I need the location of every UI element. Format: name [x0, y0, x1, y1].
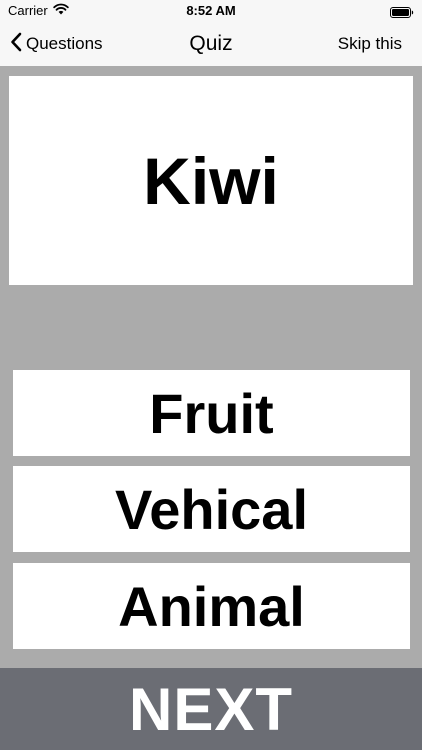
skip-button[interactable]: Skip this	[338, 30, 402, 58]
next-button[interactable]: NEXT	[0, 668, 422, 750]
answer-label: Animal	[118, 574, 305, 638]
answer-option-animal[interactable]: Animal	[13, 563, 410, 649]
battery-icon	[390, 5, 414, 18]
navigation-bar: Questions Quiz Skip this	[0, 22, 422, 66]
question-card: Kiwi	[9, 76, 413, 285]
question-text: Kiwi	[143, 143, 279, 218]
status-time: 8:52 AM	[186, 3, 236, 18]
answer-label: Vehical	[114, 477, 309, 541]
answer-label: Fruit	[149, 381, 274, 445]
answer-option-vehical[interactable]: Vehical	[13, 466, 410, 552]
answer-option-fruit[interactable]: Fruit	[13, 370, 410, 456]
next-button-label: NEXT	[128, 675, 294, 743]
status-bar: Carrier 8:52 AM	[0, 0, 422, 22]
